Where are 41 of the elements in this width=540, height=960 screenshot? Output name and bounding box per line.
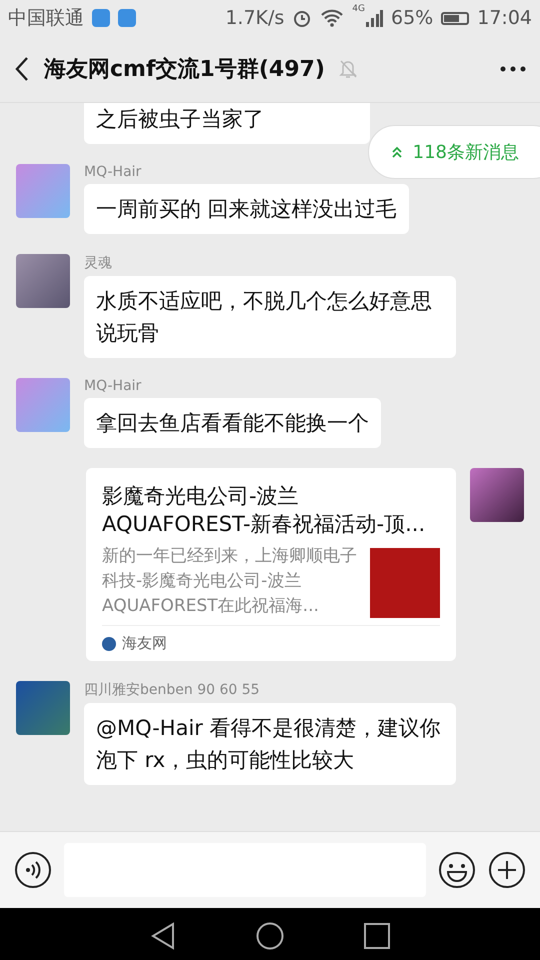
avatar-image: [16, 378, 70, 432]
sender-name: MQ-Hair: [84, 164, 142, 180]
sender-name: 四川雅安benben 90 60 55: [84, 681, 261, 699]
recents-nav-icon[interactable]: [364, 922, 390, 948]
message-bubble: @MQ-Hair 看得不是很清楚，建议你泡下 rx，虫的可能性比较大: [84, 703, 456, 785]
sender-name: MQ-Hair: [84, 378, 142, 394]
signal-icon: [365, 9, 383, 27]
source-icon: [102, 636, 116, 650]
emoji-icon[interactable]: [438, 851, 476, 889]
link-source: 海友网: [122, 634, 167, 653]
back-nav-icon[interactable]: [150, 922, 176, 950]
carrier-name: 中国联通: [8, 6, 84, 31]
wifi-icon: [320, 9, 344, 27]
avatar-image: [16, 254, 70, 308]
thumbnail-image: [370, 548, 440, 618]
voice-icon[interactable]: [14, 851, 52, 889]
avatar-image: [16, 164, 70, 218]
app-icon: [92, 9, 110, 27]
more-icon[interactable]: [500, 66, 526, 72]
link-description: 新的一年已经到来，上海卿顺电子科技-影魔奇光电公司-波兰AQUAFOREST在此祝福海...: [102, 545, 358, 618]
battery-percent: 65%: [391, 7, 434, 29]
alarm-icon: [292, 8, 312, 28]
avatar-image: [470, 468, 524, 522]
message-bubble: 一周前买的 回来就这样没出过毛: [84, 184, 409, 234]
double-chevron-up-icon: [390, 146, 403, 158]
chat-title: 海友网cmf交流1号群(497): [44, 56, 325, 84]
message-bubble: 之后被虫子当家了: [84, 103, 370, 144]
sender-name: 灵魂: [84, 254, 113, 272]
network-type: 4G: [352, 4, 365, 14]
avatar-image: [16, 681, 70, 735]
clock: 17:04: [477, 7, 532, 29]
chat-app-icon: [118, 9, 136, 27]
message-bubble: 水质不适应吧，不脱几个怎么好意思说玩骨: [84, 276, 456, 358]
plus-icon[interactable]: [488, 851, 526, 889]
home-nav-icon[interactable]: [256, 922, 284, 950]
link-card[interactable]: 影魔奇光电公司-波兰AQUAFOREST-新春祝福活动-顶... 新的一年已经到来，上海卿顺电子科技-影魔奇光电公司-波兰AQUAFOREST在此祝福海... 海友网: [86, 468, 456, 661]
back-icon[interactable]: [14, 56, 30, 82]
network-speed: 1.7K/s: [225, 7, 284, 29]
battery-icon: [441, 12, 470, 24]
link-title: 影魔奇光电公司-波兰AQUAFOREST-新春祝福活动-顶...: [102, 483, 426, 538]
message-bubble: 拿回去鱼店看看能不能换一个: [84, 398, 381, 448]
